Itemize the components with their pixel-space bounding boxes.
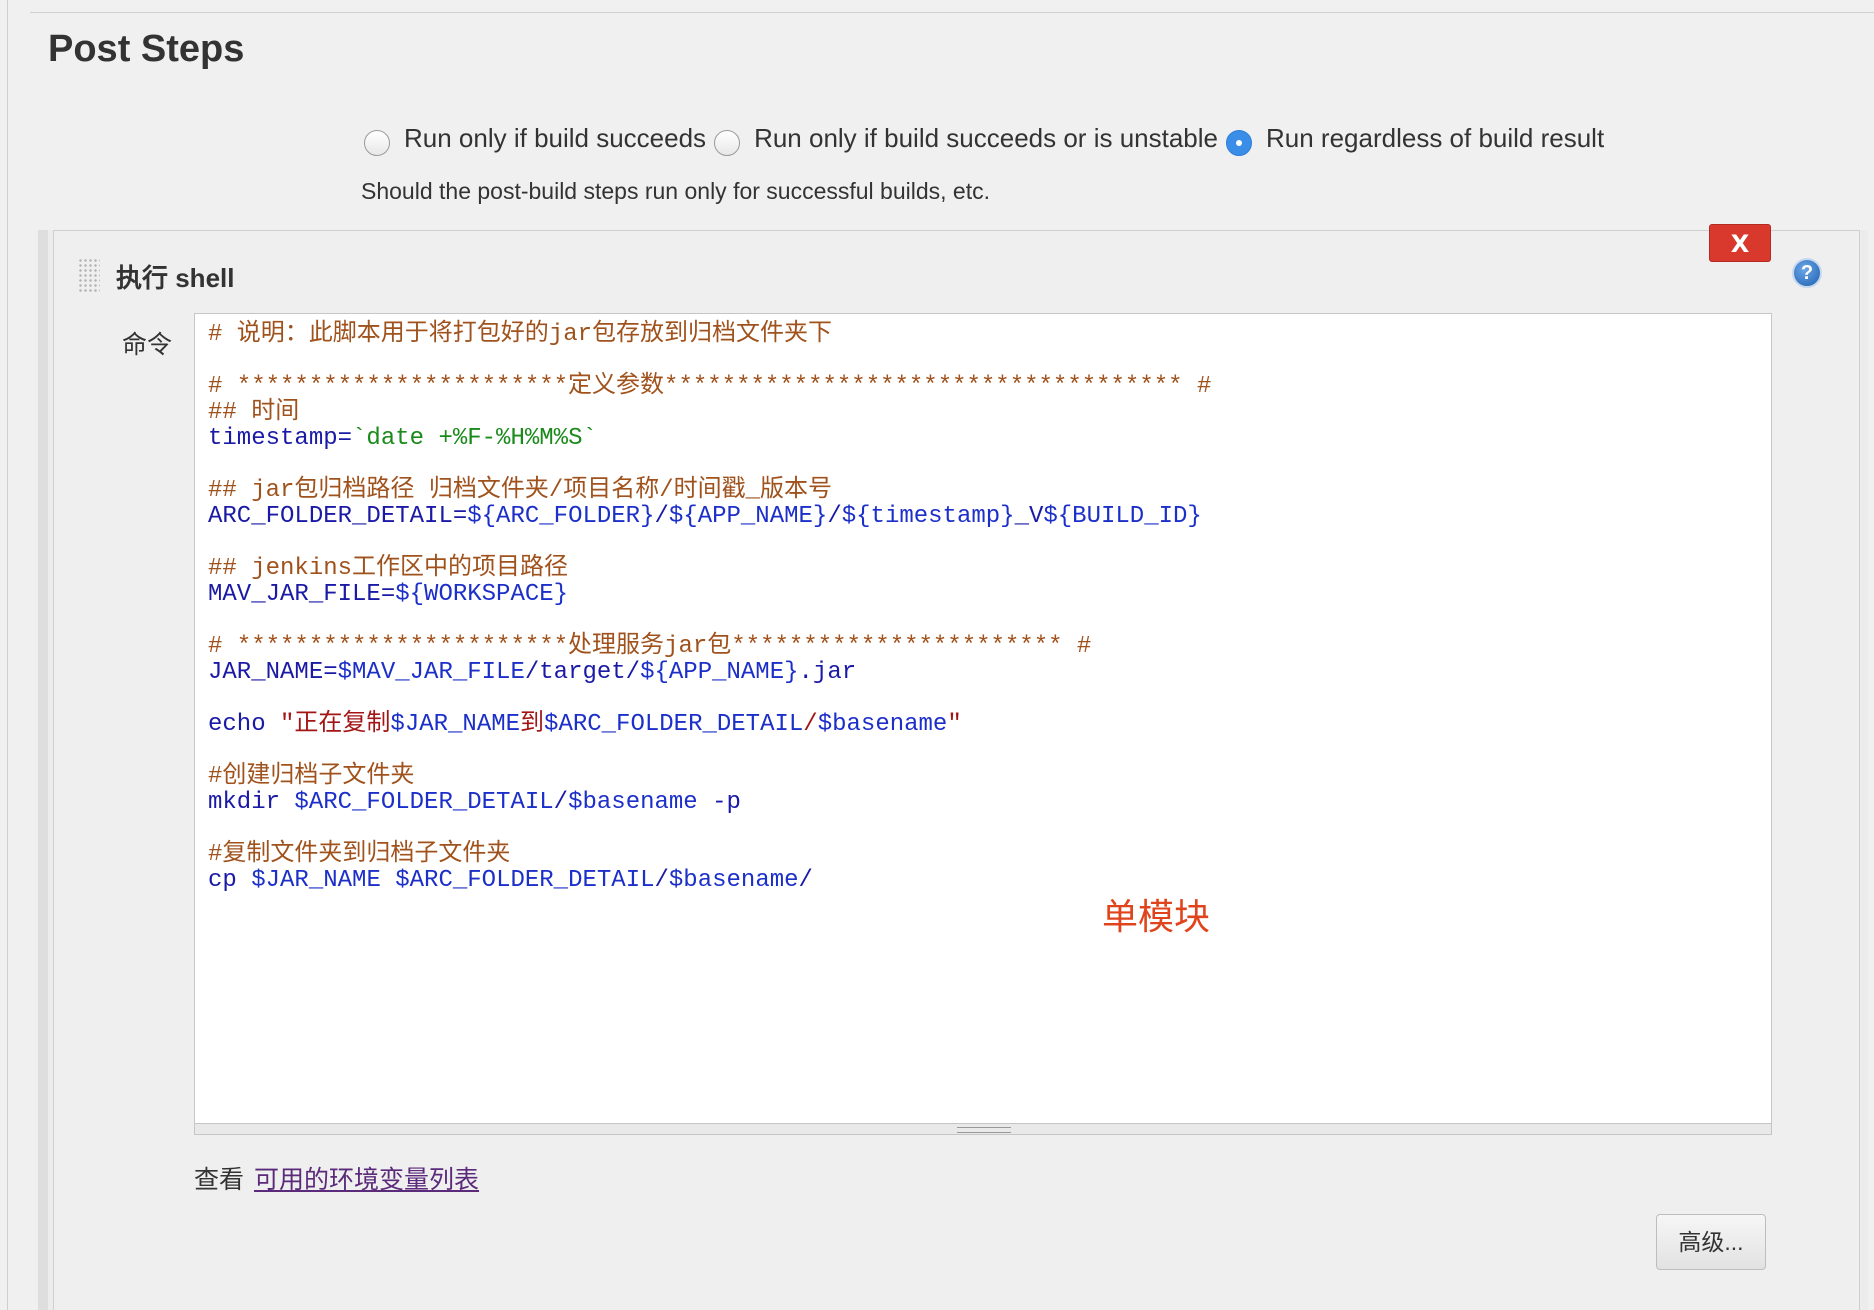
code-line: MAV_JAR_FILE=${WORKSPACE} [208, 581, 569, 608]
code-line: # ***********************处理服务jar包*******… [208, 633, 1092, 660]
help-icon[interactable]: ? [1792, 258, 1822, 288]
editor-resize-handle[interactable] [194, 1123, 1772, 1135]
code-line: cp $JAR_NAME $ARC_FOLDER_DETAIL/$basenam… [208, 867, 813, 894]
command-label: 命令 [122, 331, 173, 359]
radio-label: Run only if build succeeds or is unstabl… [754, 122, 1218, 153]
radio-label: Run only if build succeeds [404, 122, 707, 153]
radio-run-regardless[interactable]: Run regardless of build result [1226, 120, 1604, 156]
radio-run-if-succeeds[interactable]: Run only if build succeeds [364, 120, 706, 156]
code-line: timestamp=`date +%F-%H%M%S` [208, 425, 597, 452]
command-editor[interactable]: # 说明：此脚本用于将打包好的jar包存放到归档文件夹下 # *********… [194, 313, 1772, 1131]
section-title: Post Steps [48, 28, 245, 70]
run-condition-radio-group: Run only if build succeeds Run only if b… [364, 120, 1612, 156]
env-vars-link[interactable]: 可用的环境变量列表 [254, 1166, 479, 1194]
code-line: ## jenkins工作区中的项目路径 [208, 555, 569, 582]
build-step-title: 执行 shell [116, 263, 235, 293]
run-condition-help-text: Should the post-build steps run only for… [361, 178, 991, 204]
code-line: ARC_FOLDER_DETAIL=${ARC_FOLDER}/${APP_NA… [208, 503, 1202, 530]
divider [30, 12, 1874, 13]
env-vars-row: 查看 可用的环境变量列表 [194, 1160, 479, 1196]
code-line: ## jar包归档路径 归档文件夹/项目名称/时间戳_版本号 [208, 477, 833, 504]
code-line: #创建归档子文件夹 [208, 763, 415, 790]
radio-button-run-regardless[interactable] [1226, 130, 1252, 156]
annotation-text: 单模块 [1102, 896, 1211, 937]
code-line: ## 时间 [208, 399, 300, 426]
advanced-button[interactable]: 高级... [1656, 1214, 1766, 1270]
radio-run-if-succeeds-or-unstable[interactable]: Run only if build succeeds or is unstabl… [714, 120, 1218, 156]
delete-step-button[interactable]: X [1709, 224, 1771, 262]
radio-label: Run regardless of build result [1266, 122, 1605, 153]
code-line: #复制文件夹到归档子文件夹 [208, 841, 511, 868]
radio-button-run-if-succeeds[interactable] [364, 130, 390, 156]
env-vars-prefix: 查看 [194, 1166, 245, 1194]
radio-button-run-if-succeeds-or-unstable[interactable] [714, 130, 741, 156]
code-line: # ***********************定义参数***********… [208, 373, 1212, 400]
drag-handle-icon[interactable] [78, 258, 100, 292]
command-code[interactable]: # 说明：此脚本用于将打包好的jar包存放到归档文件夹下 # *********… [195, 314, 1771, 894]
code-line: echo "正在复制$JAR_NAME到$ARC_FOLDER_DETAIL/$… [208, 711, 962, 738]
code-line: mkdir $ARC_FOLDER_DETAIL/$basename -p [208, 789, 741, 816]
code-line: # 说明：此脚本用于将打包好的jar包存放到归档文件夹下 [208, 321, 833, 348]
code-line: JAR_NAME=$MAV_JAR_FILE/target/${APP_NAME… [208, 659, 857, 686]
